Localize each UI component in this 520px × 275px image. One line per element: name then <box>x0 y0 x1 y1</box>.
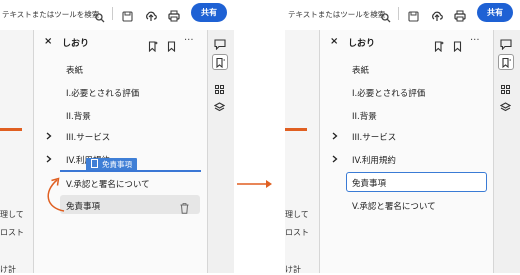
bookmark-item[interactable]: I.必要とされる評価 <box>352 87 425 99</box>
search-icon[interactable] <box>95 8 105 23</box>
upload-icon[interactable] <box>145 7 157 21</box>
add-bookmark-icon[interactable] <box>148 37 158 53</box>
bookmarks-title: しおり <box>62 39 90 49</box>
trash-icon[interactable] <box>180 199 189 214</box>
bookmarks-panel-before <box>33 30 209 273</box>
document-text-fragment: け計 <box>285 265 301 274</box>
document-text-fragment: け計 <box>0 265 16 274</box>
more-options-icon[interactable]: ··· <box>470 35 480 46</box>
bookmark-item[interactable]: I.必要とされる評価 <box>66 87 139 99</box>
add-bookmark-icon[interactable] <box>434 37 444 53</box>
toolbar-divider <box>112 7 113 20</box>
print-icon[interactable] <box>168 7 180 22</box>
thumbnails-icon[interactable] <box>215 79 224 94</box>
share-button[interactable]: 共有 <box>191 3 227 22</box>
bookmark-item[interactable]: 免責事項 <box>352 177 386 189</box>
bookmark-item[interactable]: II.背景 <box>66 110 91 122</box>
document-text-fragment: ロスト <box>0 228 24 237</box>
document-text-fragment: 理して <box>285 210 309 219</box>
bookmark-item[interactable]: V.承認と署名について <box>352 200 436 212</box>
transition-arrow <box>237 180 272 188</box>
search-tools-label[interactable]: テキストまたはツールを検索 <box>2 9 99 20</box>
drag-ghost-label: 免責事項 <box>102 160 132 169</box>
move-up-arrow <box>47 177 65 212</box>
comment-icon[interactable] <box>214 35 226 51</box>
toolbar-divider <box>398 7 399 20</box>
bookmark-item[interactable]: 免責事項 <box>66 200 100 212</box>
thumbnails-icon[interactable] <box>501 79 510 94</box>
comment-icon[interactable] <box>500 35 512 51</box>
close-icon[interactable]: × <box>330 36 338 47</box>
search-tools-label[interactable]: テキストまたはツールを検索 <box>288 9 385 20</box>
drop-indicator-line <box>60 170 201 172</box>
bookmark-item[interactable]: IV.利用規約 <box>352 154 396 166</box>
bookmark-item[interactable]: 表紙 <box>352 64 369 76</box>
chevron-right-icon[interactable] <box>46 155 52 165</box>
document-orange-rule <box>285 128 307 131</box>
bookmarks-panel-after <box>319 30 495 273</box>
chevron-right-icon[interactable] <box>332 155 338 165</box>
bookmarks-tool-icon[interactable] <box>212 54 228 70</box>
more-options-icon[interactable]: ··· <box>184 35 194 46</box>
layers-icon[interactable] <box>499 98 512 112</box>
bookmark-icon[interactable] <box>453 37 462 53</box>
upload-icon[interactable] <box>431 7 443 21</box>
document-orange-rule <box>0 128 22 131</box>
bookmarks-tool-icon[interactable] <box>498 54 514 70</box>
bookmark-item[interactable]: 表紙 <box>66 64 83 76</box>
bookmark-item[interactable]: III.サービス <box>352 131 396 143</box>
document-icon <box>91 159 98 168</box>
close-icon[interactable]: × <box>44 36 52 47</box>
print-icon[interactable] <box>454 7 466 22</box>
bookmark-item[interactable]: II.背景 <box>352 110 377 122</box>
share-button[interactable]: 共有 <box>477 3 513 22</box>
bookmarks-title: しおり <box>348 39 376 49</box>
document-text-fragment: ロスト <box>285 228 309 237</box>
chevron-right-icon[interactable] <box>332 132 338 142</box>
save-icon[interactable] <box>122 7 133 22</box>
save-icon[interactable] <box>408 7 419 22</box>
chevron-right-icon[interactable] <box>46 132 52 142</box>
bookmark-item[interactable]: V.承認と署名について <box>66 178 150 190</box>
layers-icon[interactable] <box>213 98 226 112</box>
bookmark-icon[interactable] <box>167 37 176 53</box>
bookmark-item[interactable]: III.サービス <box>66 131 110 143</box>
document-text-fragment: 理して <box>0 210 24 219</box>
search-icon[interactable] <box>381 8 391 23</box>
